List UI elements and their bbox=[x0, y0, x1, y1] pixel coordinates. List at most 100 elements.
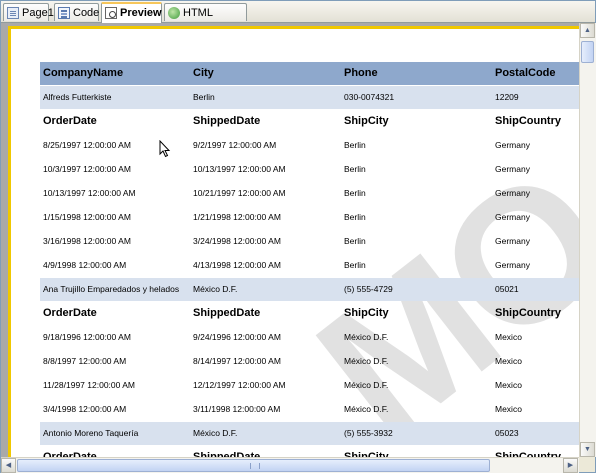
order-row-cell: 9/24/1996 12:00:00 AM bbox=[193, 332, 281, 342]
column-header-row-cell: CompanyName bbox=[43, 67, 124, 79]
order-row-cell: México D.F. bbox=[344, 404, 389, 414]
tab-bar: Page1 Code Preview HTML Preview bbox=[1, 1, 595, 37]
order-header-row-cell: ShipCountry bbox=[495, 451, 561, 457]
mouse-pointer-icon bbox=[159, 140, 171, 158]
order-header-row-cell: ShipCountry bbox=[495, 115, 561, 127]
preview-viewport: MO CompanyName City Phone PostalCode Alfreds… bbox=[1, 23, 579, 457]
html-preview-icon bbox=[168, 7, 180, 19]
tab-label: Code bbox=[73, 7, 100, 19]
company-row-cell: 030-0074321 bbox=[344, 92, 395, 102]
order-row-cell: Germany bbox=[495, 164, 530, 174]
column-header-row-cell: Phone bbox=[344, 67, 378, 79]
company-row-cell: (5) 555-4729 bbox=[344, 284, 393, 294]
scroll-left-button[interactable]: ◀ bbox=[1, 458, 16, 473]
scroll-right-button[interactable]: ▶ bbox=[563, 458, 578, 473]
company-row-cell: Alfreds Futterkiste bbox=[43, 92, 112, 102]
tab-page1[interactable]: Page1 bbox=[3, 3, 54, 21]
order-row-cell: Berlin bbox=[344, 212, 366, 222]
order-row: 10/13/1997 12:00:00 AM 10/21/1997 12:00:0… bbox=[40, 182, 579, 205]
company-row-cell: Ana Trujillo Emparedados y helados bbox=[43, 284, 180, 294]
scroll-up-button[interactable]: ▲ bbox=[580, 23, 595, 38]
order-header-row-cell: ShipCountry bbox=[495, 307, 561, 319]
order-row-cell: Mexico bbox=[495, 356, 522, 366]
order-row-cell: 8/25/1997 12:00:00 AM bbox=[43, 140, 131, 150]
order-header-row-cell: ShipCity bbox=[344, 115, 389, 127]
order-row-cell: Berlin bbox=[344, 236, 366, 246]
order-row: 8/25/1997 12:00:00 AM 9/2/1997 12:00:00 A… bbox=[40, 134, 579, 157]
tab-html-preview[interactable]: HTML Preview bbox=[164, 3, 247, 37]
vertical-scrollbar[interactable]: ▲ ▼ bbox=[579, 23, 596, 457]
order-header-row-cell: OrderDate bbox=[43, 307, 97, 319]
company-row: Antonio Moreno Taquería México D.F. (5) 55… bbox=[40, 422, 579, 445]
order-header-row-cell: ShippedDate bbox=[193, 451, 261, 457]
order-header-row: OrderDate ShippedDate ShipCity ShipCountry bbox=[40, 446, 579, 457]
order-row-cell: Mexico bbox=[495, 380, 522, 390]
order-header-row-cell: ShippedDate bbox=[193, 115, 261, 127]
order-row-cell: México D.F. bbox=[344, 356, 389, 366]
company-row-cell: Antonio Moreno Taquería bbox=[43, 428, 139, 438]
order-row-cell: 3/24/1998 12:00:00 AM bbox=[193, 236, 281, 246]
order-header-row: OrderDate ShippedDate ShipCity ShipCountry bbox=[40, 110, 579, 133]
order-row-cell: 10/3/1997 12:00:00 AM bbox=[43, 164, 131, 174]
company-row-cell: México D.F. bbox=[193, 284, 238, 294]
order-row-cell: 10/13/1997 12:00:00 AM bbox=[193, 164, 286, 174]
scroll-corner bbox=[579, 457, 595, 472]
tab-label: Preview bbox=[120, 7, 162, 19]
order-row-cell: Germany bbox=[495, 212, 530, 222]
order-row-cell: 3/4/1998 12:00:00 AM bbox=[43, 404, 127, 414]
order-row-cell: 11/28/1997 12:00:00 AM bbox=[43, 380, 136, 390]
scroll-down-button[interactable]: ▼ bbox=[580, 442, 595, 457]
order-row: 3/4/1998 12:00:00 AM 3/11/1998 12:00:00 A… bbox=[40, 398, 579, 421]
company-row-cell: 05023 bbox=[495, 428, 519, 438]
order-header-row-cell: OrderDate bbox=[43, 451, 97, 457]
order-row-cell: Berlin bbox=[344, 140, 366, 150]
order-row-cell: 12/12/1997 12:00:00 AM bbox=[193, 380, 286, 390]
company-row: Ana Trujillo Emparedados y helados México… bbox=[40, 278, 579, 301]
order-row: 3/16/1998 12:00:00 AM 3/24/1998 12:00:00 … bbox=[40, 230, 579, 253]
company-row-cell: 05021 bbox=[495, 284, 519, 294]
order-row-cell: Mexico bbox=[495, 404, 522, 414]
report-page: MO CompanyName City Phone PostalCode Alfreds… bbox=[8, 26, 579, 457]
order-row-cell: 4/13/1998 12:00:00 AM bbox=[193, 260, 281, 270]
order-row-cell: Berlin bbox=[344, 188, 366, 198]
order-row-cell: Germany bbox=[495, 260, 530, 270]
order-row: 1/15/1998 12:00:00 AM 1/21/1998 12:00:00 … bbox=[40, 206, 579, 229]
order-row-cell: 1/21/1998 12:00:00 AM bbox=[193, 212, 281, 222]
order-row-cell: México D.F. bbox=[344, 332, 389, 342]
order-row-cell: 4/9/1998 12:00:00 AM bbox=[43, 260, 127, 270]
order-row-cell: México D.F. bbox=[344, 380, 389, 390]
order-header-row-cell: ShipCity bbox=[344, 451, 389, 457]
order-header-row-cell: OrderDate bbox=[43, 115, 97, 127]
order-row-cell: 3/11/1998 12:00:00 AM bbox=[193, 404, 281, 414]
order-row-cell: 8/8/1997 12:00:00 AM bbox=[43, 356, 127, 366]
order-row-cell: Berlin bbox=[344, 260, 366, 270]
order-row-cell: Berlin bbox=[344, 164, 366, 174]
column-header-row-cell: PostalCode bbox=[495, 67, 556, 79]
horizontal-scrollbar[interactable]: ◀ ▶ bbox=[1, 457, 579, 473]
vertical-scroll-thumb[interactable] bbox=[581, 41, 594, 63]
order-row-cell: Germany bbox=[495, 236, 530, 246]
company-row-cell: 12209 bbox=[495, 92, 519, 102]
order-row-cell: 10/21/1997 12:00:00 AM bbox=[193, 188, 286, 198]
order-row: 8/8/1997 12:00:00 AM 8/14/1997 12:00:00 A… bbox=[40, 350, 579, 373]
order-row: 4/9/1998 12:00:00 AM 4/13/1998 12:00:00 A… bbox=[40, 254, 579, 277]
tab-preview[interactable]: Preview bbox=[101, 2, 162, 23]
order-row-cell: 1/15/1998 12:00:00 AM bbox=[43, 212, 131, 222]
column-header-row-cell: City bbox=[193, 67, 214, 79]
company-row-cell: (5) 555-3932 bbox=[344, 428, 393, 438]
tab-label: Page1 bbox=[22, 7, 54, 19]
order-row-cell: Germany bbox=[495, 140, 530, 150]
order-row-cell: Mexico bbox=[495, 332, 522, 342]
order-row-cell: 10/13/1997 12:00:00 AM bbox=[43, 188, 136, 198]
order-header-row: OrderDate ShippedDate ShipCity ShipCountry bbox=[40, 302, 579, 325]
column-header-row: CompanyName City Phone PostalCode bbox=[40, 62, 579, 85]
order-header-row-cell: ShippedDate bbox=[193, 307, 261, 319]
order-row: 11/28/1997 12:00:00 AM 12/12/1997 12:00:0… bbox=[40, 374, 579, 397]
preview-icon bbox=[105, 7, 117, 19]
page-icon bbox=[7, 7, 19, 19]
order-header-row-cell: ShipCity bbox=[344, 307, 389, 319]
horizontal-scroll-thumb[interactable] bbox=[17, 459, 490, 472]
company-row-cell: México D.F. bbox=[193, 428, 238, 438]
tab-code[interactable]: Code bbox=[54, 3, 99, 21]
order-row-cell: 9/2/1997 12:00:00 AM bbox=[193, 140, 277, 150]
